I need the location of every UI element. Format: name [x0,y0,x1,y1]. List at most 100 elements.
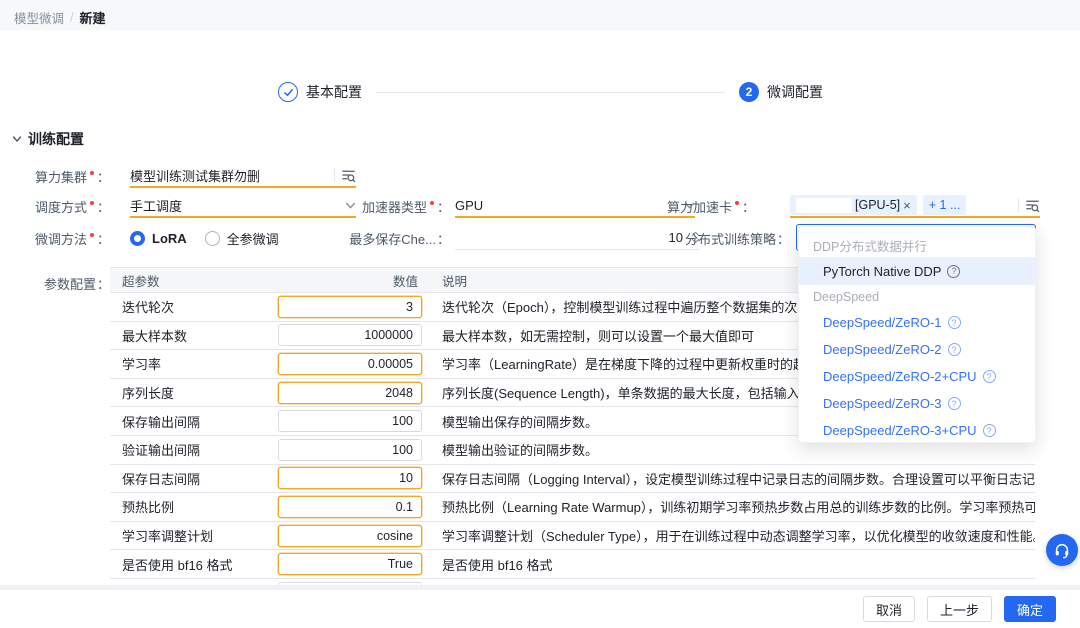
hyperparam-name: 验证输出间隔 [110,436,270,464]
hyperparam-name: 迭代轮次 [110,293,270,321]
browse-icon[interactable] [1025,198,1040,213]
field-divider [1018,198,1019,212]
hyperparam-value-input[interactable] [278,410,422,432]
accelerator-card-field[interactable]: [GPU-5] × + 1 ... [790,194,1040,218]
col-header-value: 数值 [270,268,430,292]
hyperparam-name: 预热比例 [110,493,270,521]
stepper-connector [376,92,725,93]
strategy-dropdown-panel: DDP分布式数据并行PyTorch Native DDPDeepSpeedDee… [798,226,1036,443]
hyperparam-value-input[interactable] [278,382,422,404]
training-config-section-toggle[interactable]: 训练配置 [12,129,84,149]
dropdown-option-label: DeepSpeed/ZeRO-2 [823,342,942,357]
dropdown-option[interactable]: PyTorch Native DDP [799,257,1035,285]
hyperparam-value-input[interactable] [278,353,422,375]
radio-unselected-icon[interactable] [205,231,220,246]
step-finetune-config[interactable]: 2 微调配置 [739,82,823,102]
table-row: 预热比例 预热比例（Learning Rate Warmup），训练初期学习率预热… [110,493,1035,522]
radio-option-label: LoRA [152,231,187,246]
hyperparam-name: LoRA Rank [110,579,270,585]
help-circle-icon[interactable] [948,343,961,356]
close-icon[interactable]: × [903,199,911,212]
dropdown-option-label: DeepSpeed/ZeRO-3 [823,396,942,411]
dropdown-option[interactable]: DeepSpeed/ZeRO-3+CPU [799,417,1035,443]
hyperparam-description: 学习率调整计划（Scheduler Type），用于在训练过程中动态调整学习率，… [430,522,1035,550]
step1-label: 基本配置 [306,82,362,102]
hyperparam-name: 最大样本数 [110,322,270,350]
hyperparam-value-input[interactable] [278,439,422,461]
required-dot [90,171,94,175]
required-dot [90,233,94,237]
breadcrumb-separator: / [70,11,73,25]
table-row: 保存日志间隔保存日志间隔（Logging Interval），设定模型训练过程中… [110,465,1035,494]
cancel-button[interactable]: 取消 [863,596,915,622]
help-circle-icon[interactable] [948,397,961,410]
schedule-value: 手工调度 [130,196,345,215]
hyperparam-value-input[interactable] [278,467,422,489]
radio-option-label: 全参微调 [227,229,279,248]
required-dot [430,201,434,205]
radio-option[interactable]: 全参微调 [205,229,279,248]
cluster-value: 模型训练测试集群勿删 [130,166,328,185]
accelerator-type-label: 加速器类型： [355,194,450,218]
gpu-tag: [GPU-5] × [790,195,917,215]
required-dot [735,201,739,205]
help-circle-icon[interactable] [947,265,960,278]
section-title: 训练配置 [28,129,84,149]
hyperparam-description: 预热比例（Learning Rate Warmup），训练初期学习率预热步数占用… [430,493,1035,521]
step-basic-config[interactable]: 基本配置 [278,82,362,102]
hyperparam-value-input[interactable] [278,496,422,518]
step2-label: 微调配置 [767,82,823,102]
support-float-button[interactable] [1046,534,1078,566]
tuning-method-options: LoRA 全参微调 [130,226,279,250]
tuning-method-label: 微调方法： [14,226,110,250]
dropdown-option[interactable]: DeepSpeed/ZeRO-1 [799,309,1035,336]
table-row: 是否使用 bf16 格式 是否使用 bf16 格式 [110,550,1035,579]
browse-icon[interactable] [341,168,356,183]
stepper: 基本配置 2 微调配置 [278,80,823,104]
confirm-button[interactable]: 确定 [1004,596,1056,622]
cluster-field[interactable]: 模型训练测试集群勿删 [130,164,356,188]
footer-bar: 取消 上一步 确定 [0,590,1080,628]
hyperparam-value-input[interactable] [278,324,422,346]
top-bar: 模型微调 / 新建 [0,0,1080,30]
hyperparam-description: LoRA 策略中的秩（LoRA Rank），决定了微调过程中引入的低秩矩阵的复杂… [430,579,1035,585]
dropdown-option-label: DeepSpeed/ZeRO-2+CPU [823,369,977,384]
radio-selected-icon[interactable] [130,231,145,246]
hyperparam-name: 序列长度 [110,379,270,407]
hyperparam-value-input[interactable] [278,582,422,585]
table-row: LoRA Rank LoRA 策略中的秩（LoRA Rank），决定了微调过程中引… [110,579,1035,585]
dropdown-option[interactable]: DeepSpeed/ZeRO-3 [799,390,1035,417]
dropdown-option-label: PyTorch Native DDP [823,264,941,279]
max-checkpoint-label: 最多保存Che...： [355,226,450,250]
more-tags-badge[interactable]: + 1 ... [923,195,967,215]
strategy-label: 分布式训练策略： [650,226,790,250]
max-checkpoint-value: 10 [455,230,683,245]
dropdown-option[interactable]: DeepSpeed/ZeRO-2 [799,336,1035,363]
radio-option[interactable]: LoRA [130,231,187,246]
dropdown-option[interactable]: DeepSpeed/ZeRO-2+CPU [799,363,1035,390]
step2-number-badge: 2 [739,82,759,102]
help-circle-icon[interactable] [983,424,996,437]
help-circle-icon[interactable] [983,370,996,383]
hyperparam-name: 学习率 [110,350,270,378]
help-circle-icon[interactable] [948,316,961,329]
gpu-tag-label: [GPU-5] [855,198,900,212]
hyperparam-name: 是否使用 bf16 格式 [110,550,270,578]
hyperparam-description: 是否使用 bf16 格式 [430,550,1035,578]
hyperparam-description: 保存日志间隔（Logging Interval），设定模型训练过程中记录日志的间… [430,465,1035,493]
cluster-label: 算力集群： [14,164,110,188]
accelerator-card-label: 算力加速卡： [650,194,755,218]
field-divider [334,168,335,182]
dropdown-group-label: DDP分布式数据并行 [799,233,1035,257]
page-title: 新建 [80,8,106,27]
hyperparam-value-input[interactable] [278,553,422,575]
breadcrumb-model-finetune[interactable]: 模型微调 [14,8,64,27]
schedule-select[interactable]: 手工调度 [130,194,356,218]
headset-icon [1053,541,1071,559]
hyperparam-value-input[interactable] [278,296,422,318]
hyperparam-value-input[interactable] [278,525,422,547]
previous-step-button[interactable]: 上一步 [927,596,992,622]
col-header-hyperparam: 超参数 [110,268,270,292]
breadcrumb: 模型微调 / 新建 [14,8,106,27]
required-dot [90,201,94,205]
